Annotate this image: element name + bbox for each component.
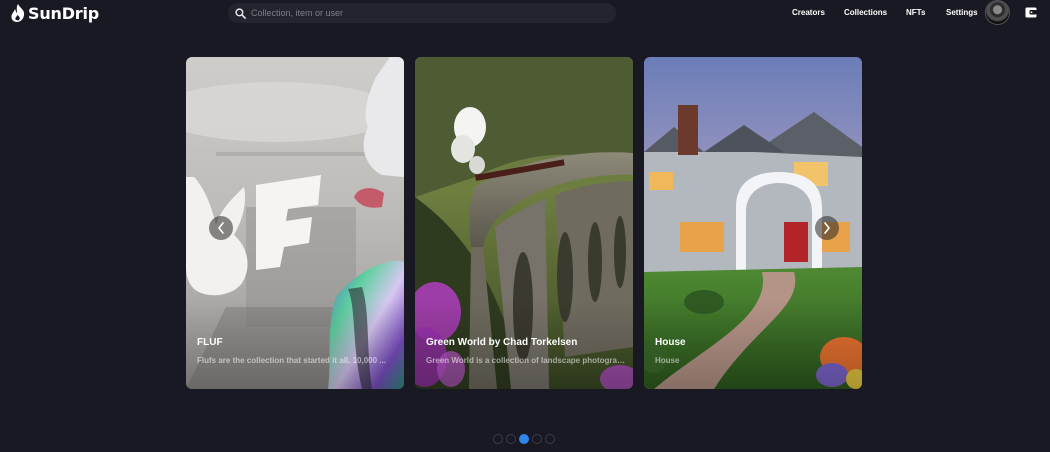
brand-logo[interactable]: SunDrip: [11, 3, 99, 23]
nav-creators[interactable]: Creators: [792, 8, 825, 17]
search-icon: [235, 7, 246, 19]
carousel-prev-button[interactable]: [209, 216, 233, 240]
brand-name: SunDrip: [28, 3, 100, 23]
card-description: House: [655, 356, 680, 365]
nav-settings[interactable]: Settings: [946, 8, 978, 17]
search-bar[interactable]: [228, 3, 616, 23]
featured-carousel: FLUF Flufs are the collection that start…: [186, 57, 862, 389]
carousel-pagination: [493, 434, 555, 444]
top-bar: SunDrip Creators Collections NFTs Settin…: [0, 0, 1050, 26]
card-title: House: [655, 337, 686, 348]
pagination-dot[interactable]: [545, 434, 555, 444]
avatar[interactable]: [986, 1, 1009, 24]
nav-collections[interactable]: Collections: [844, 8, 887, 17]
carousel-next-button[interactable]: [815, 216, 839, 240]
chevron-right-icon: [824, 222, 830, 234]
pagination-dot[interactable]: [519, 434, 529, 444]
pagination-dot[interactable]: [506, 434, 516, 444]
card-title: Green World by Chad Torkelsen: [426, 337, 578, 348]
card-description: Green World is a collection of landscape…: [426, 356, 626, 365]
card-title: FLUF: [197, 337, 223, 348]
pagination-dot[interactable]: [532, 434, 542, 444]
nav-nfts[interactable]: NFTs: [906, 8, 925, 17]
flame-icon: [11, 4, 25, 22]
collection-card-green-world[interactable]: Green World by Chad Torkelsen Green Worl…: [415, 57, 633, 389]
pagination-dot[interactable]: [493, 434, 503, 444]
search-input[interactable]: [251, 8, 591, 18]
card-description: Flufs are the collection that started it…: [197, 356, 386, 365]
wallet-icon[interactable]: [1025, 7, 1037, 18]
chevron-left-icon: [218, 222, 224, 234]
